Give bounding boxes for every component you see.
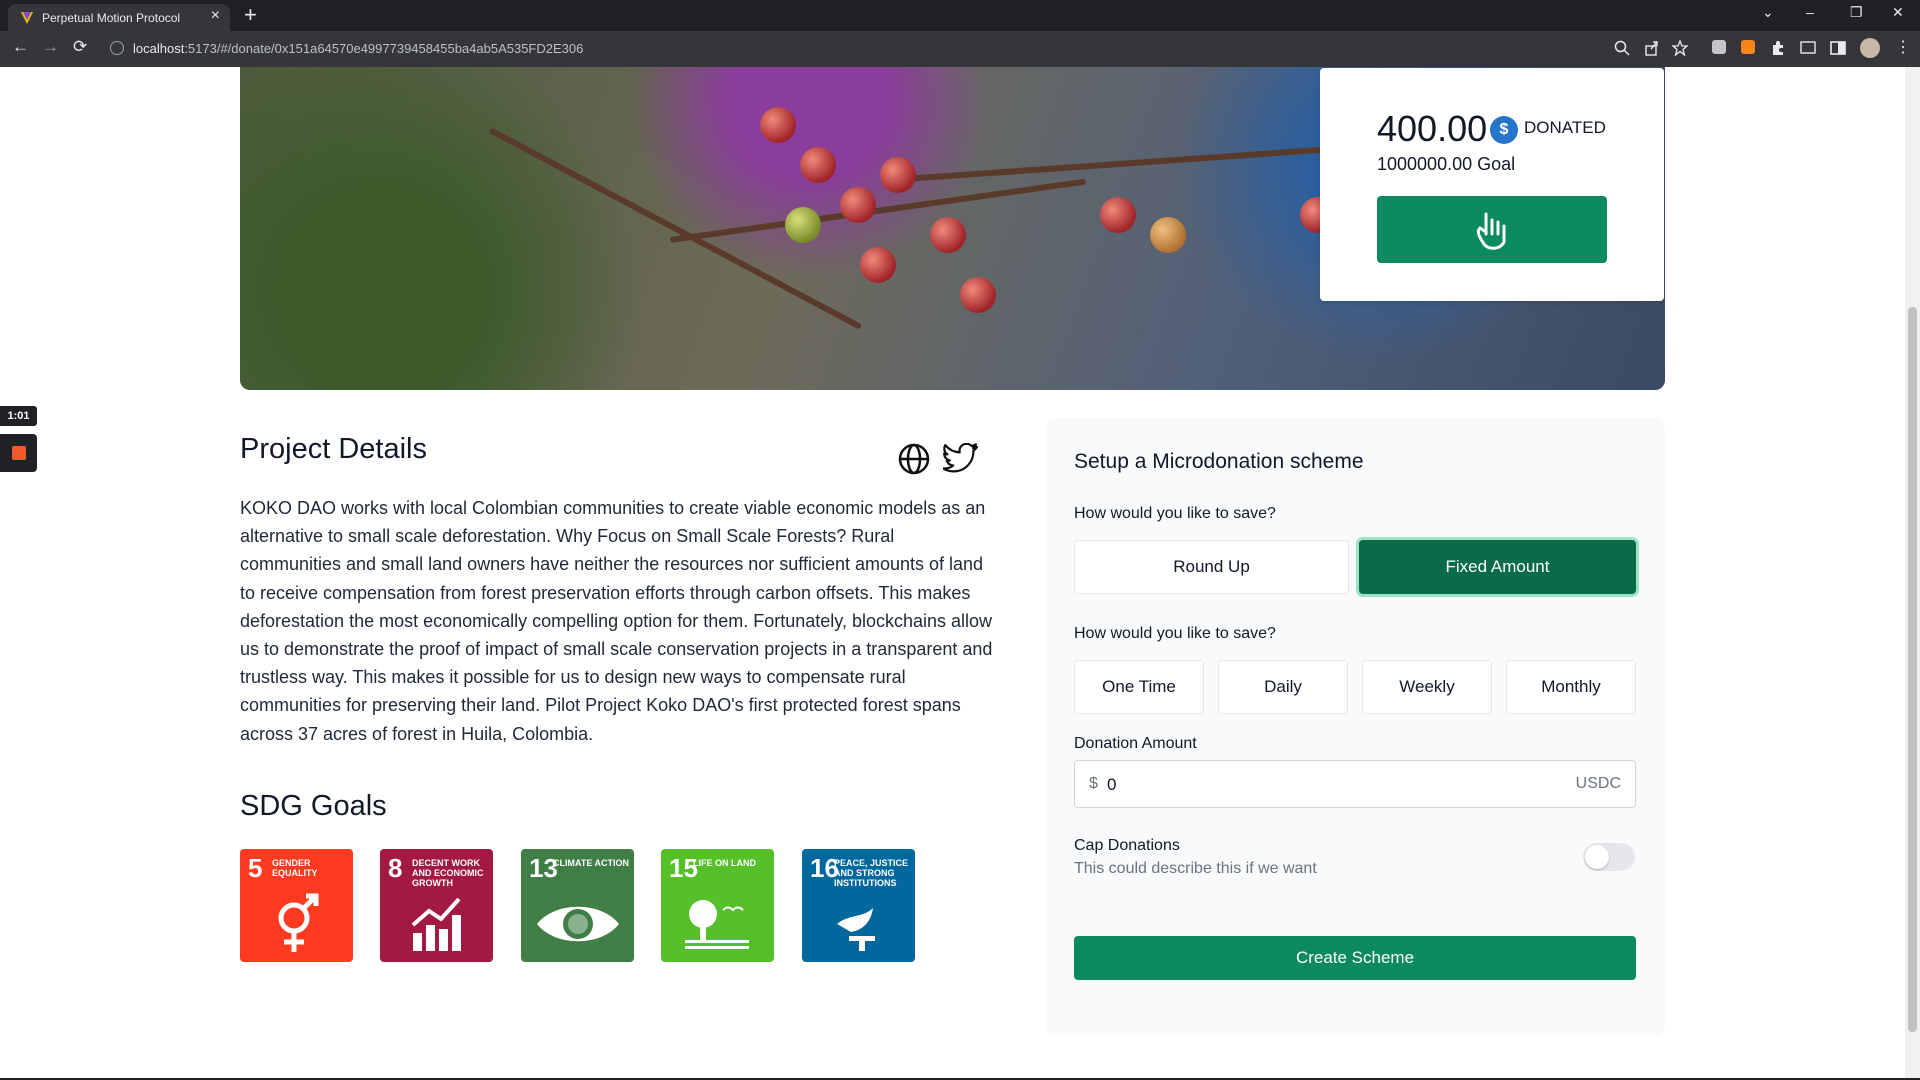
sdg-tile-13: 13 CLIMATE ACTION [521,849,634,962]
donated-amount: 400.00 [1377,108,1488,149]
amount-unit: USDC [1575,775,1621,792]
donation-goal: 1000000.00 Goal [1377,154,1516,174]
coffee-berry [800,147,836,183]
metamask-extension-icon[interactable] [1741,40,1755,54]
app-favicon-icon [21,12,33,24]
forward-icon[interactable]: → [42,37,59,57]
create-scheme-button[interactable]: Create Scheme [1074,936,1636,980]
coffee-berry [785,207,821,243]
profile-avatar[interactable] [1860,38,1880,58]
coffee-berry [860,247,896,283]
tab-title: Perpetual Motion Protocol [42,11,181,25]
extension-1-icon[interactable] [1712,40,1726,54]
microdonation-panel: Setup a Microdonation scheme How would y… [1046,418,1665,1036]
sdg-label: PEACE, JUSTICE AND STRONG INSTITUTIONS [834,858,909,888]
fixed-amount-option[interactable]: Fixed Amount [1359,540,1636,594]
coffee-berry [880,157,916,193]
stop-recording-button[interactable] [0,434,37,472]
url-path: :5173/#/donate/0x151a64570e4997739458455… [184,41,584,56]
tab-search-icon[interactable]: ⌄ [1762,4,1774,21]
frequency-daily[interactable]: Daily [1218,660,1348,714]
coffee-berry [930,217,966,253]
donate-button[interactable] [1377,196,1607,263]
sdg-tile-5: 5 GENDER EQUALITY [240,849,353,962]
coffee-berry [760,107,796,143]
browser-tab[interactable]: Perpetual Motion Protocol × [8,4,230,31]
tab-close-icon[interactable]: × [211,7,220,25]
save-mode-question: How would you like to save? [1074,505,1276,522]
coffee-berry [1150,217,1186,253]
donation-summary-card: 400.00 $ DONATED 1000000.00 Goal [1320,68,1664,301]
sdg-label: LIFE ON LAND [693,858,756,868]
sdg-tile-8: 8 DECENT WORK AND ECONOMIC GROWTH [380,849,493,962]
close-window-button[interactable]: ✕ [1892,4,1904,21]
share-icon[interactable] [1644,40,1660,56]
sdg-number: 8 [388,853,403,883]
browser-tab-bar: Perpetual Motion Protocol × + ⌄ – ❐ ✕ [0,0,1920,31]
cap-donations-title: Cap Donations [1074,837,1180,854]
coffee-berry [1100,197,1136,233]
cast-icon[interactable] [1800,40,1816,56]
tree-birds-icon [684,900,749,949]
maximize-button[interactable]: ❐ [1850,4,1863,21]
dove-gavel-icon [836,908,875,951]
frequency-one-time[interactable]: One Time [1074,660,1204,714]
branch-shape [669,178,1087,243]
back-icon[interactable]: ← [12,37,29,57]
side-panel-icon[interactable] [1830,40,1846,56]
sdg-label: GENDER EQUALITY [272,858,318,878]
bookmark-star-icon[interactable] [1672,40,1688,56]
zoom-icon[interactable] [1614,40,1630,56]
url-text: localhost:5173/#/donate/0x151a64570e4997… [133,41,583,56]
donation-amount-field: $ USDC [1074,760,1636,808]
address-bar: ← → ⟳ localhost:5173/#/donate/0x151a6457… [0,31,1920,67]
panel-title: Setup a Microdonation scheme [1074,450,1364,473]
sdg-tile-16: 16 PEACE, JUSTICE AND STRONG INSTITUTION… [802,849,915,962]
cap-donations-description: This could describe this if we want [1074,860,1317,877]
sdg-goals-heading: SDG Goals [240,790,387,822]
url-host: localhost [133,41,185,56]
sdg-tile-15: 15 LIFE ON LAND [661,849,774,962]
sdg-label: DECENT WORK AND ECONOMIC GROWTH [412,858,484,888]
project-description: KOKO DAO works with local Colombian comm… [240,498,993,744]
project-details-heading: Project Details [240,433,427,465]
toggle-knob [1585,845,1609,869]
twitter-icon[interactable] [943,443,979,475]
growth-chart-icon [411,897,461,951]
extensions-puzzle-icon[interactable] [1770,40,1786,56]
currency-symbol: $ [1089,775,1098,792]
sdg-label: CLIMATE ACTION [553,858,629,868]
coffee-berry [960,277,996,313]
globe-icon[interactable] [897,442,931,476]
earth-eye-icon [536,906,619,942]
minimize-button[interactable]: – [1806,4,1814,20]
browser-menu-icon[interactable]: ⋮ [1895,37,1911,57]
hand-icon [1476,212,1506,250]
donation-amount-input[interactable] [1105,771,1549,799]
usdc-coin-icon: $ [1490,116,1518,144]
cap-donations-toggle[interactable] [1583,843,1635,871]
donation-amount-label: Donation Amount [1074,735,1197,752]
frequency-monthly[interactable]: Monthly [1506,660,1636,714]
url-field[interactable]: localhost:5173/#/donate/0x151a64570e4997… [100,35,1608,63]
donated-label: DONATED [1524,118,1606,137]
sdg-number: 5 [248,853,263,883]
round-up-option[interactable]: Round Up [1074,540,1349,594]
stop-icon [12,446,26,460]
new-tab-button[interactable]: + [244,2,257,28]
reload-icon[interactable]: ⟳ [73,37,87,57]
gender-symbol-icon [278,893,318,952]
site-info-icon[interactable] [110,41,124,55]
coffee-berry [840,187,876,223]
recording-timer: 1:01 [0,406,37,426]
frequency-question: How would you like to save? [1074,625,1276,642]
frequency-weekly[interactable]: Weekly [1362,660,1492,714]
page-scrollbar[interactable] [1905,67,1920,1080]
scrollbar-thumb[interactable] [1908,307,1917,1032]
